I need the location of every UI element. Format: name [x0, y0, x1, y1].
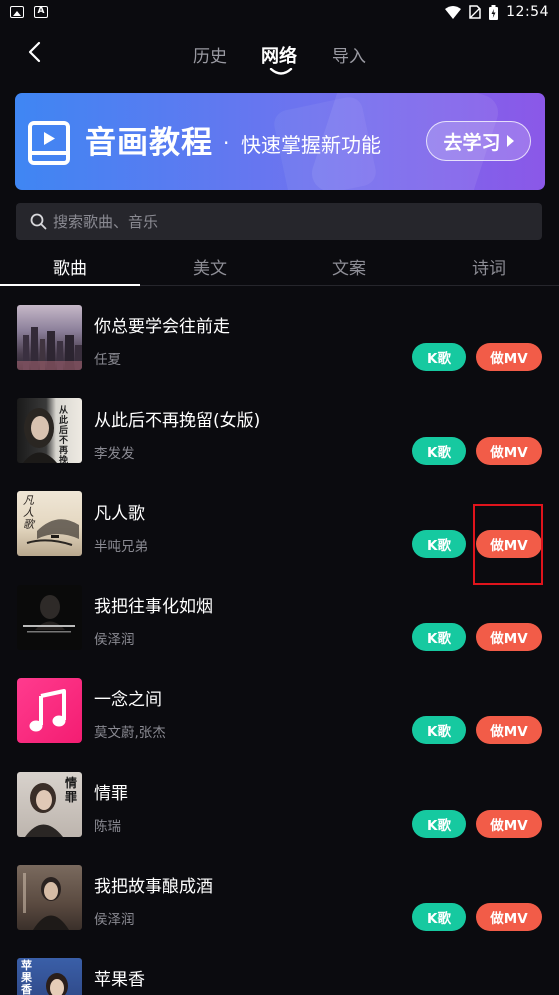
- album-cover: 从此后不再挽留: [17, 398, 82, 463]
- list-item[interactable]: 你总要学会往前走 任夏 K歌 做MV: [0, 290, 559, 383]
- search-input[interactable]: 搜索歌曲、音乐: [16, 203, 542, 240]
- album-cover: 情罪: [17, 772, 82, 837]
- make-mv-button[interactable]: 做MV: [476, 343, 542, 371]
- tab-poems[interactable]: 诗词: [419, 254, 559, 279]
- cover-text: 苹果香: [21, 959, 32, 995]
- tab-songs[interactable]: 歌曲: [0, 254, 140, 279]
- song-title: 我把往事化如烟: [94, 597, 213, 617]
- list-item[interactable]: 情罪 情罪 陈瑞 K歌 做MV: [0, 757, 559, 850]
- category-tabs: 歌曲 美文 文案 诗词: [0, 244, 559, 286]
- tab-network[interactable]: 网络: [261, 42, 297, 68]
- cover-text: 情罪: [65, 776, 78, 804]
- battery-icon: [489, 4, 499, 20]
- song-artist: 侯泽润: [94, 912, 135, 928]
- make-mv-button[interactable]: 做MV: [476, 810, 542, 838]
- song-title: 我把故事酿成酒: [94, 877, 213, 897]
- learn-button-label: 去学习: [443, 131, 501, 154]
- song-title: 情罪: [94, 784, 128, 804]
- search-icon: [30, 213, 47, 230]
- banner-title: 音画教程: [85, 125, 213, 161]
- music-note-icon: [29, 689, 66, 732]
- karaoke-button[interactable]: K歌: [412, 903, 466, 931]
- song-artist: 半吨兄弟: [94, 539, 148, 555]
- make-mv-button[interactable]: 做MV: [476, 716, 542, 744]
- karaoke-button[interactable]: K歌: [412, 716, 466, 744]
- banner-subtitle: 快速掌握新功能: [241, 133, 381, 157]
- top-tabs: 历史 网络 导入: [0, 40, 559, 80]
- status-bar: A 12:54: [0, 0, 559, 24]
- wifi-icon: [445, 5, 462, 19]
- song-title: 从此后不再挽留(女版): [94, 411, 261, 431]
- tab-copywriting[interactable]: 文案: [279, 254, 419, 279]
- search-placeholder: 搜索歌曲、音乐: [53, 213, 159, 231]
- list-item[interactable]: 我把故事酿成酒 侯泽润 K歌 做MV: [0, 850, 559, 943]
- cover-text: 从此后不再挽留: [59, 406, 69, 463]
- song-artist: 侯泽润: [94, 632, 135, 648]
- karaoke-button[interactable]: K歌: [412, 810, 466, 838]
- album-cover: [17, 305, 82, 370]
- list-item[interactable]: 苹果香 苹果香: [0, 943, 559, 995]
- highlight-annotation: [473, 504, 543, 585]
- tab-history[interactable]: 历史: [193, 42, 227, 67]
- a-notification-icon: A: [34, 6, 48, 18]
- karaoke-button[interactable]: K歌: [412, 530, 466, 558]
- album-cover: 凡人歌: [17, 491, 82, 556]
- album-cover: [17, 585, 82, 650]
- list-item[interactable]: 从此后不再挽留 从此后不再挽留(女版) 李发发 K歌 做MV: [0, 384, 559, 477]
- tab-essays[interactable]: 美文: [140, 254, 280, 279]
- no-sim-icon: [469, 5, 481, 19]
- song-title: 苹果香: [94, 970, 145, 990]
- cover-text: 凡人歌: [23, 494, 34, 531]
- make-mv-button[interactable]: 做MV: [476, 623, 542, 651]
- karaoke-button[interactable]: K歌: [412, 437, 466, 465]
- tab-import[interactable]: 导入: [332, 42, 366, 67]
- make-mv-button[interactable]: 做MV: [476, 903, 542, 931]
- song-title: 一念之间: [94, 690, 162, 710]
- active-tab-indicator: [269, 68, 293, 75]
- make-mv-button[interactable]: 做MV: [476, 437, 542, 465]
- tutorial-banner[interactable]: 音画教程 · 快速掌握新功能 去学习: [15, 93, 545, 190]
- song-artist: 任夏: [94, 352, 121, 368]
- book-icon: [28, 121, 70, 165]
- banner-separator: ·: [223, 131, 230, 155]
- learn-button[interactable]: 去学习: [426, 121, 531, 161]
- song-artist: 莫文蔚,张杰: [94, 725, 166, 741]
- song-title: 你总要学会往前走: [94, 317, 230, 337]
- song-artist: 李发发: [94, 446, 135, 462]
- clock: 12:54: [506, 4, 549, 20]
- karaoke-button[interactable]: K歌: [412, 343, 466, 371]
- song-artist: 陈瑞: [94, 819, 121, 835]
- album-cover: [17, 865, 82, 930]
- album-cover: 苹果香: [17, 958, 82, 995]
- gallery-notification-icon: [10, 6, 24, 18]
- album-cover: [17, 678, 82, 743]
- karaoke-button[interactable]: K歌: [412, 623, 466, 651]
- list-item[interactable]: 一念之间 莫文蔚,张杰 K歌 做MV: [0, 663, 559, 756]
- play-triangle-icon: [506, 135, 514, 147]
- active-tab-underline: [0, 284, 140, 286]
- song-title: 凡人歌: [94, 504, 145, 524]
